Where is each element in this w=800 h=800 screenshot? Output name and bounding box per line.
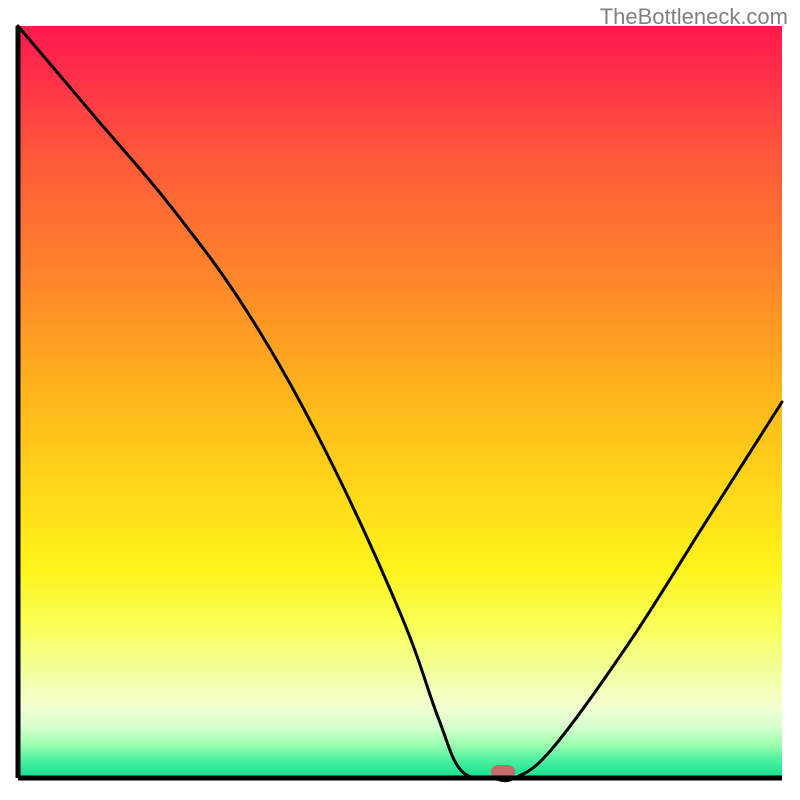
chart-container: TheBottleneck.com — [0, 0, 800, 800]
attribution-text: TheBottleneck.com — [600, 4, 788, 30]
bottleneck-chart — [0, 0, 800, 800]
gradient-background — [18, 26, 782, 778]
